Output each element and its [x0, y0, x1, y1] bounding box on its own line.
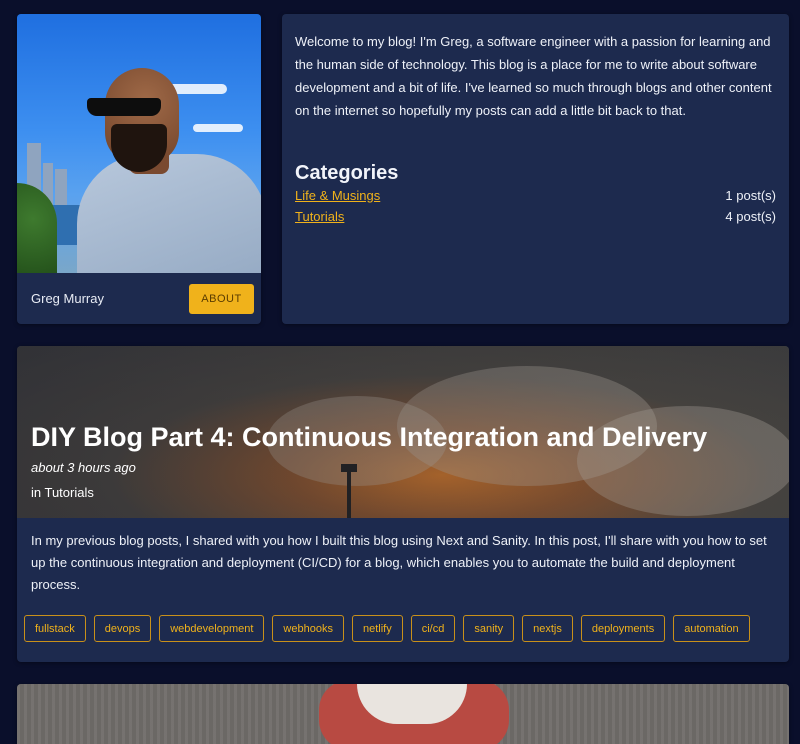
- profile-photo: [17, 14, 261, 273]
- category-link-tutorials[interactable]: Tutorials: [295, 206, 344, 227]
- post-category: in Tutorials: [31, 485, 94, 500]
- tag-sanity[interactable]: sanity: [463, 615, 515, 642]
- post-card[interactable]: DIY Blog Part 4: Continuous Integration …: [17, 346, 789, 662]
- category-link-life-musings[interactable]: Life & Musings: [295, 185, 380, 206]
- tag-webdevelopment[interactable]: webdevelopment: [159, 615, 265, 642]
- tag-webhooks[interactable]: webhooks: [272, 615, 344, 642]
- post-date: about 3 hours ago: [31, 460, 136, 475]
- tag-devops[interactable]: devops: [93, 615, 152, 642]
- tag-automation[interactable]: automation: [673, 615, 750, 642]
- tag-ci-cd[interactable]: ci/cd: [410, 615, 456, 642]
- intro-card: Welcome to my blog! I'm Greg, a software…: [282, 14, 789, 324]
- post-excerpt: In my previous blog posts, I shared with…: [31, 533, 767, 592]
- tag-nextjs[interactable]: nextjs: [522, 615, 573, 642]
- tag-deployments[interactable]: deployments: [580, 615, 666, 642]
- category-count: 1 post(s): [725, 188, 776, 203]
- tag-netlify[interactable]: netlify: [351, 615, 403, 642]
- post-title[interactable]: DIY Blog Part 4: Continuous Integration …: [31, 422, 707, 453]
- next-post-card[interactable]: [17, 684, 789, 744]
- category-count: 4 post(s): [725, 209, 776, 224]
- profile-card: Greg Murray ABOUT: [17, 14, 261, 324]
- profile-name: Greg Murray: [31, 291, 104, 306]
- tag-list: fullstack devops webdevelopment webhooks…: [24, 615, 750, 642]
- category-row: Tutorials 4 post(s): [295, 206, 776, 227]
- tag-fullstack[interactable]: fullstack: [24, 615, 86, 642]
- about-button[interactable]: ABOUT: [189, 284, 254, 314]
- categories-title: Categories: [295, 162, 399, 184]
- intro-text: Welcome to my blog! I'm Greg, a software…: [295, 34, 772, 118]
- category-row: Life & Musings 1 post(s): [295, 185, 776, 206]
